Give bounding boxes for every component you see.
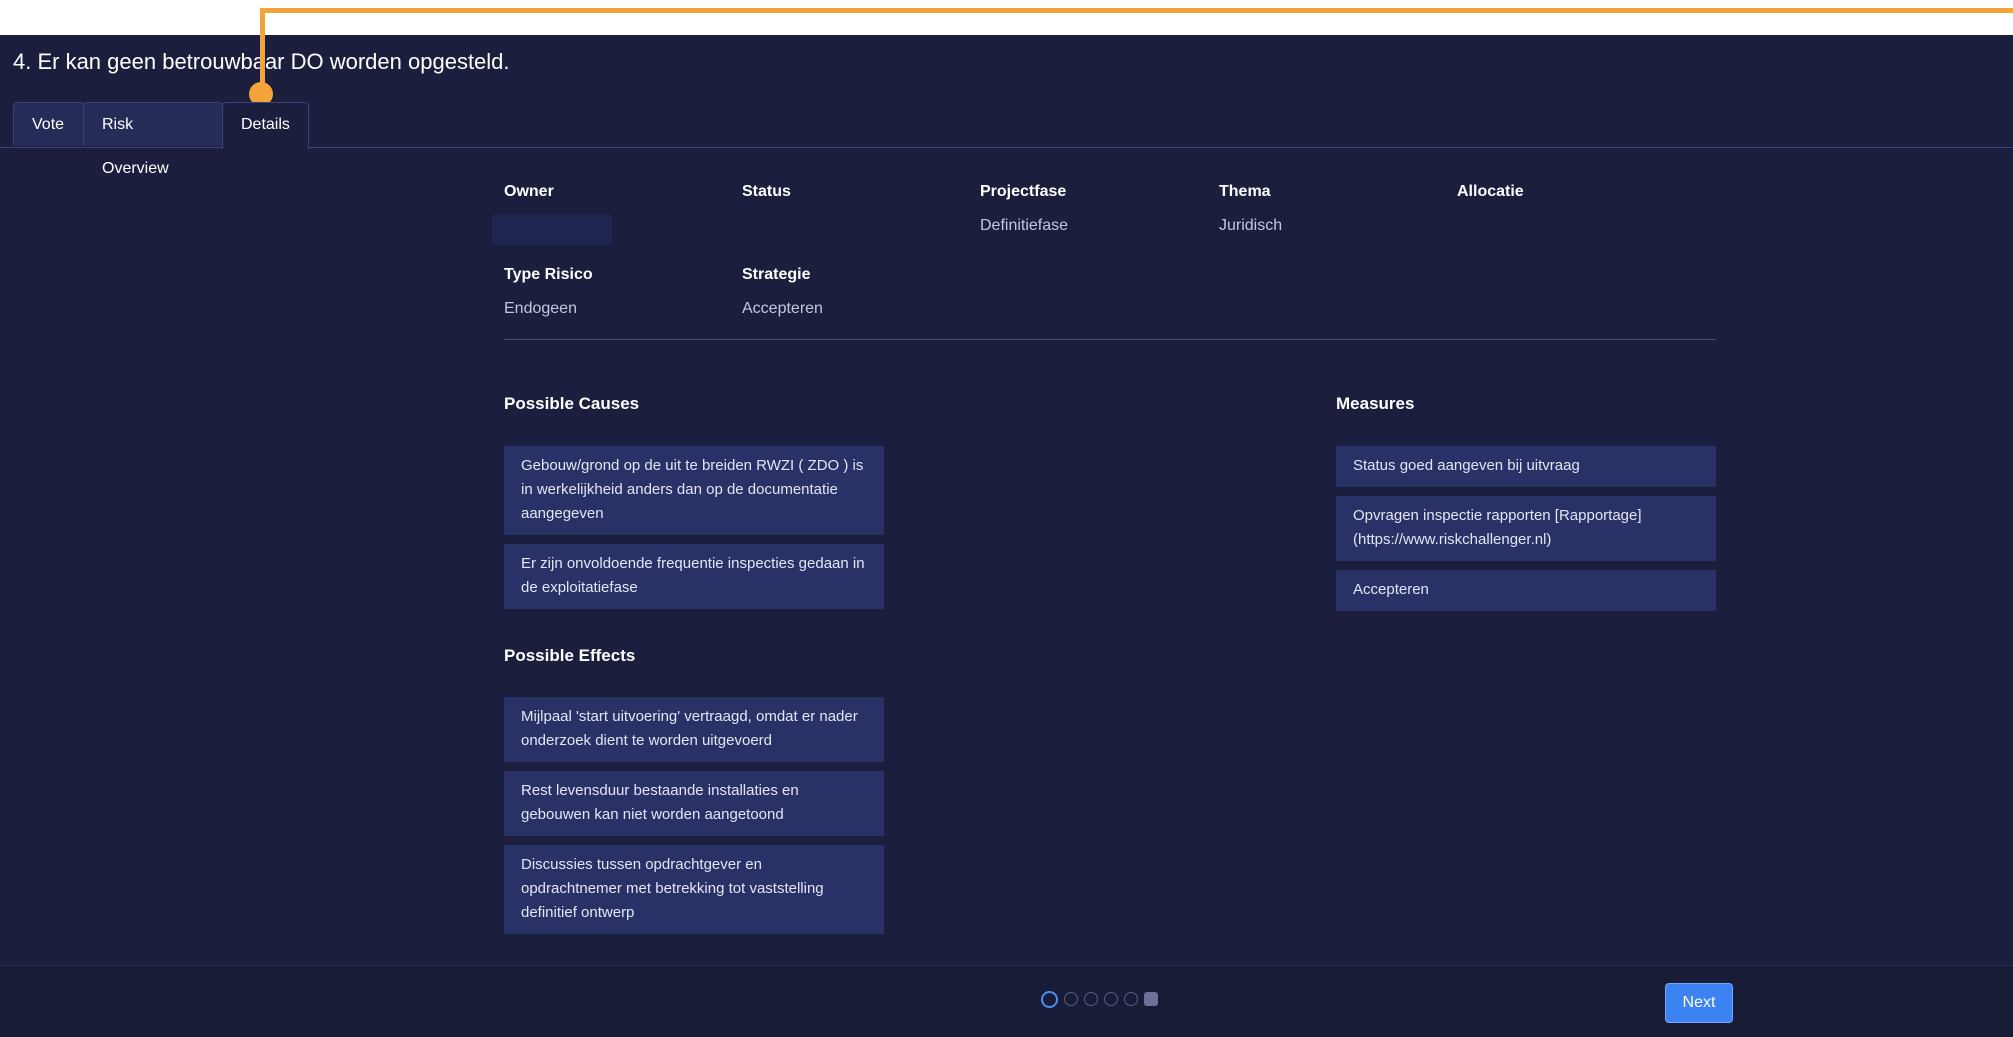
tab-bar: Vote Risk Overview Details [13, 102, 309, 177]
tab-risk-overview[interactable]: Risk Overview [83, 102, 223, 177]
attr-type-risico-value: Endogeen [504, 300, 577, 317]
attr-thema: Thema Juridisch [1219, 183, 1282, 235]
attr-projectfase-label: Projectfase [980, 183, 1067, 200]
attr-status-label: Status [742, 183, 791, 200]
footer: Next [0, 966, 2013, 1037]
attr-owner: Owner [504, 183, 554, 217]
measures-title: Measures [1336, 394, 1415, 413]
effect-card: Rest levensduur bestaande installaties e… [504, 771, 884, 836]
callout-line-horizontal [260, 8, 2013, 13]
measures-list: Status goed aangeven bij uitvraag Opvrag… [1336, 446, 1716, 620]
measure-card: Opvragen inspectie rapporten [Rapportage… [1336, 496, 1716, 561]
attr-thema-value: Juridisch [1219, 217, 1283, 234]
owner-avatar-placeholder [492, 215, 612, 245]
tab-vote[interactable]: Vote [13, 102, 84, 146]
causes-title: Possible Causes [504, 394, 640, 413]
attr-type-risico: Type Risico Endogeen [504, 266, 593, 318]
progress-dots [1041, 991, 1158, 1008]
progress-dot-5[interactable] [1124, 992, 1138, 1006]
effect-card: Mijlpaal 'start uitvoering' vertraagd, o… [504, 697, 884, 762]
effects-list: Mijlpaal 'start uitvoering' vertraagd, o… [504, 697, 884, 943]
progress-dot-current[interactable] [1144, 992, 1158, 1006]
measure-card: Status goed aangeven bij uitvraag [1336, 446, 1716, 487]
measure-card: Accepteren [1336, 570, 1716, 611]
attr-strategie: Strategie Accepteren [742, 266, 823, 318]
attr-projectfase-value: Definitiefase [980, 217, 1069, 234]
attr-status: Status [742, 183, 791, 217]
attr-strategie-label: Strategie [742, 266, 811, 283]
effect-card: Discussies tussen opdrachtgever en opdra… [504, 845, 884, 934]
attr-allocatie-label: Allocatie [1457, 183, 1524, 200]
attr-owner-label: Owner [504, 183, 554, 200]
causes-list: Gebouw/grond op de uit te breiden RWZI (… [504, 446, 884, 618]
attr-projectfase: Projectfase Definitiefase [980, 183, 1068, 235]
progress-dot-3[interactable] [1084, 992, 1098, 1006]
progress-dot-2[interactable] [1064, 992, 1078, 1006]
attr-type-risico-label: Type Risico [504, 266, 593, 283]
progress-dot-1[interactable] [1041, 991, 1058, 1008]
progress-dot-4[interactable] [1104, 992, 1118, 1006]
attributes-divider [504, 339, 1716, 340]
attr-strategie-value: Accepteren [742, 300, 823, 317]
effects-title: Possible Effects [504, 646, 636, 665]
cause-card: Gebouw/grond op de uit te breiden RWZI (… [504, 446, 884, 535]
next-button[interactable]: Next [1665, 983, 1733, 1023]
attr-thema-label: Thema [1219, 183, 1271, 200]
cause-card: Er zijn onvoldoende frequentie inspectie… [504, 544, 884, 609]
app-frame: 4. Er kan geen betrouwbaar DO worden opg… [0, 35, 2013, 1037]
attr-allocatie: Allocatie [1457, 183, 1524, 217]
tab-details[interactable]: Details [222, 102, 309, 149]
